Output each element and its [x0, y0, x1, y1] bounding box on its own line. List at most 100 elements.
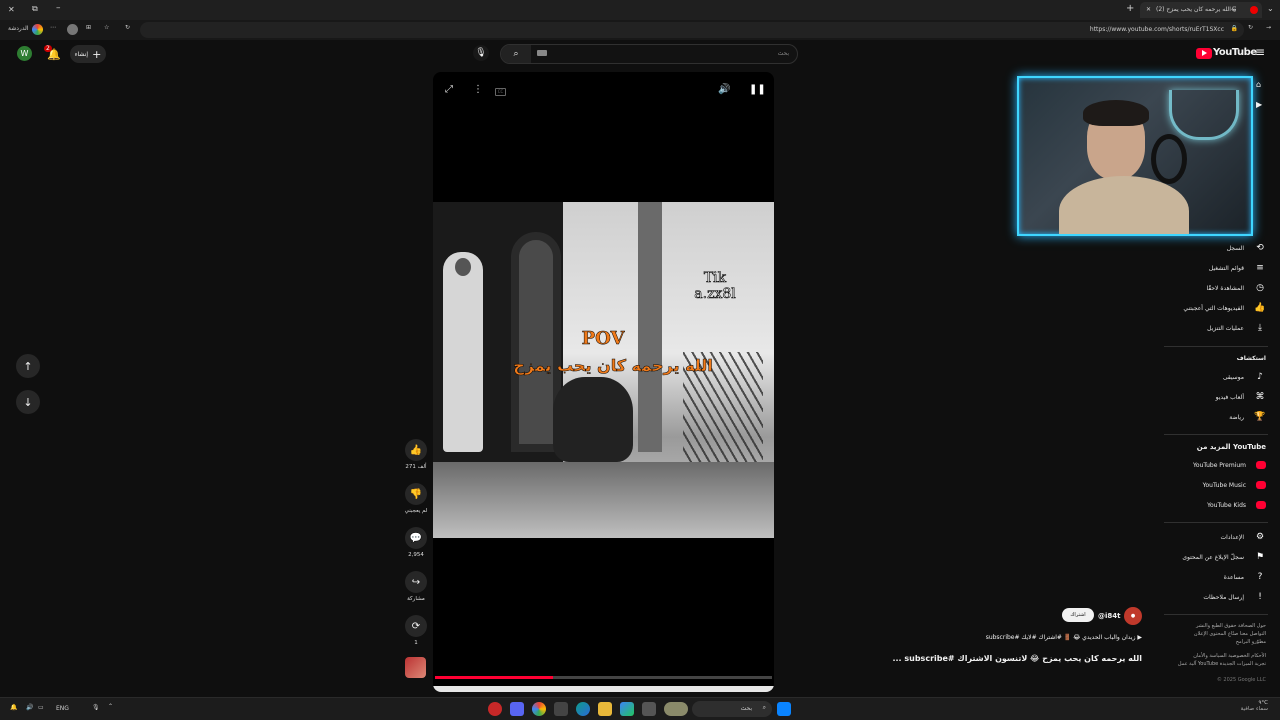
subscribe-button[interactable]: اشتراك: [1062, 608, 1094, 622]
tab-list-icon[interactable]: ⌄: [1267, 4, 1274, 13]
comments-action[interactable]: 💬 2,954: [404, 527, 428, 558]
shorts-icon[interactable]: ▶: [1256, 100, 1262, 109]
sidebar-item[interactable]: قوائم التشغيل ≡: [1209, 259, 1266, 277]
app-icon-copilot[interactable]: [620, 702, 634, 716]
video-title[interactable]: الله يرحمه كان يحب يمزح 😂 لاتنسون الاشتر…: [892, 654, 1142, 663]
like-action[interactable]: 👍 271 ألف: [404, 439, 428, 470]
neon-light-decoration: [1169, 90, 1239, 140]
search-box[interactable]: ⌕ بحث: [500, 44, 798, 64]
favorites-icon[interactable]: ☆: [104, 24, 109, 31]
search-highlight-icon[interactable]: [664, 702, 688, 716]
pause-icon[interactable]: ❚❚: [749, 84, 766, 95]
dislike-action[interactable]: 👎 لم يعجبني: [404, 483, 428, 514]
share-icon[interactable]: ↪: [405, 571, 427, 593]
extensions-icon[interactable]: ⊞: [86, 24, 91, 31]
search-input[interactable]: بحث: [778, 50, 789, 57]
avatar[interactable]: W: [17, 46, 32, 61]
captions-icon[interactable]: CC: [495, 88, 506, 96]
expand-icon[interactable]: ⤢: [445, 84, 453, 95]
sound-thumbnail[interactable]: [405, 657, 426, 678]
voice-search-icon[interactable]: 🎙: [473, 45, 489, 61]
taskbar-search[interactable]: بحث ⌕: [692, 701, 772, 717]
like-icon[interactable]: 👍: [405, 439, 427, 461]
language-indicator[interactable]: ENG: [56, 705, 69, 712]
more-menu-icon[interactable]: ⋯: [50, 24, 56, 31]
footer-links-4[interactable]: الأحكام الخصوصية السياسة والأمان: [1166, 652, 1266, 660]
url-field[interactable]: https://www.youtube.com/shorts/ruErT1SXc…: [140, 22, 1244, 38]
remix-icon[interactable]: ⟳: [405, 615, 427, 637]
remix-action[interactable]: ⟳ 1: [404, 615, 428, 646]
progress-track[interactable]: [435, 676, 772, 679]
sidebar-item[interactable]: الفيديوهات التي أعجبتني 👍: [1183, 299, 1266, 317]
youtube-logo-text[interactable]: YouTube: [1213, 47, 1257, 58]
comment-icon[interactable]: 💬: [405, 527, 427, 549]
sidebar-item[interactable]: سجلّ الإبلاغ عن المحتوى ⚑: [1182, 548, 1266, 566]
sidebar-item[interactable]: مساعدة?: [1224, 568, 1266, 586]
copilot-icon[interactable]: [32, 24, 43, 35]
footer-links-5[interactable]: آلية عمل YouTube تجربة الميزات الجديدة: [1166, 660, 1266, 668]
restore-window-icon[interactable]: ⧉: [32, 4, 38, 14]
sidebar-item[interactable]: ألعاب فيديو ⌘: [1216, 388, 1266, 406]
back-icon[interactable]: →: [1266, 24, 1271, 31]
footer-links-1[interactable]: حول الصحافة حقوق الطبع والنشر: [1166, 622, 1266, 630]
youtube-product-icon: [1256, 461, 1266, 469]
start-button[interactable]: [777, 702, 791, 716]
keyboard-icon[interactable]: [537, 50, 547, 56]
like-count: 271 ألف: [405, 464, 427, 470]
refresh-icon[interactable]: ↻: [125, 24, 130, 31]
share-action[interactable]: ↪ مشاركة: [404, 571, 428, 602]
sidebar-item[interactable]: رياضة 🏆: [1229, 408, 1266, 426]
weather-widget[interactable]: ٩°C سماء صافية: [1241, 700, 1268, 712]
speaker-icon[interactable]: 🔊: [26, 704, 33, 711]
sidebar-item[interactable]: إرسال ملاحظات!: [1203, 588, 1266, 606]
close-tab-icon[interactable]: ✕: [1146, 6, 1151, 13]
app-icon-chrome[interactable]: [532, 702, 546, 716]
notification-tray-icon[interactable]: 🔔: [10, 704, 17, 711]
footer-links-3[interactable]: مطوّرو البرامج: [1166, 638, 1266, 646]
sidebar-item[interactable]: YouTube Music: [1203, 476, 1266, 494]
sidebar-item[interactable]: المشاهدة لاحقًا ◷: [1206, 279, 1266, 297]
bookmark-label[interactable]: الدردشة: [8, 25, 28, 32]
shorts-player[interactable]: ⤢ ⋮ CC 🔊 ❚❚ POV الله يرحمه كان يحب يمزح …: [433, 72, 774, 692]
more-options-icon[interactable]: ⋮: [473, 84, 483, 95]
next-short-button[interactable]: ↓: [16, 390, 40, 414]
close-window-icon[interactable]: ✕: [8, 5, 15, 14]
create-button[interactable]: إنشاء +: [70, 45, 106, 63]
app-icon-discord[interactable]: [510, 702, 524, 716]
profile-icon[interactable]: [67, 24, 78, 35]
network-icon[interactable]: ▭: [38, 704, 44, 711]
sidebar-divider: [1164, 346, 1268, 347]
previous-short-button[interactable]: ↑: [16, 354, 40, 378]
sidebar-item[interactable]: السجل ⟲: [1227, 239, 1266, 257]
hamburger-menu-icon[interactable]: ≡: [1255, 45, 1265, 59]
sidebar-item[interactable]: YouTube Kids: [1207, 496, 1266, 514]
sidebar-item[interactable]: YouTube Premium: [1193, 456, 1266, 474]
channel-handle[interactable]: @i84t: [1098, 612, 1121, 620]
new-tab-button[interactable]: +: [1126, 3, 1134, 14]
sidebar-item[interactable]: الإعدادات ⚙: [1221, 528, 1266, 546]
app-icon-taskview[interactable]: [642, 702, 656, 716]
sidebar-item[interactable]: موسيقى ♪: [1223, 368, 1266, 386]
home-icon[interactable]: ⌂: [1256, 80, 1261, 89]
sidebar-item-label: YouTube Music: [1202, 481, 1246, 489]
notifications-icon[interactable]: 🔔 2: [44, 45, 62, 63]
volume-icon[interactable]: 🔊: [718, 84, 730, 95]
sidebar-item[interactable]: عمليات التنزيل ⤓: [1207, 319, 1266, 337]
footer-links-2[interactable]: التواصل معنا صنّاع المحتوى الإعلان: [1166, 630, 1266, 638]
app-icon-opera[interactable]: [488, 702, 502, 716]
app-icon-media[interactable]: [554, 702, 568, 716]
active-tab[interactable]: ✕ (2) الله يرحمه كان يحب يمزح😂 #: [1140, 2, 1262, 18]
reload-icon[interactable]: ↻: [1248, 24, 1253, 31]
channel-avatar[interactable]: ●: [1124, 607, 1142, 625]
comment-count: 2,954: [408, 552, 424, 558]
minimize-window-icon[interactable]: –: [56, 3, 61, 13]
tray-expand-icon[interactable]: ⌃: [108, 703, 113, 710]
youtube-logo-icon[interactable]: [1196, 48, 1212, 59]
help-icon: ?: [1257, 572, 1263, 582]
mic-icon[interactable]: 🎙: [92, 704, 100, 711]
video-hashtags[interactable]: ▶ زيدان والباب الحديدي 😂 🚪 #اشتراك #لايك…: [986, 634, 1142, 641]
app-icon-edge[interactable]: [576, 702, 590, 716]
dislike-icon[interactable]: 👎: [405, 483, 427, 505]
search-icon[interactable]: ⌕: [501, 45, 531, 63]
app-icon-explorer[interactable]: [598, 702, 612, 716]
